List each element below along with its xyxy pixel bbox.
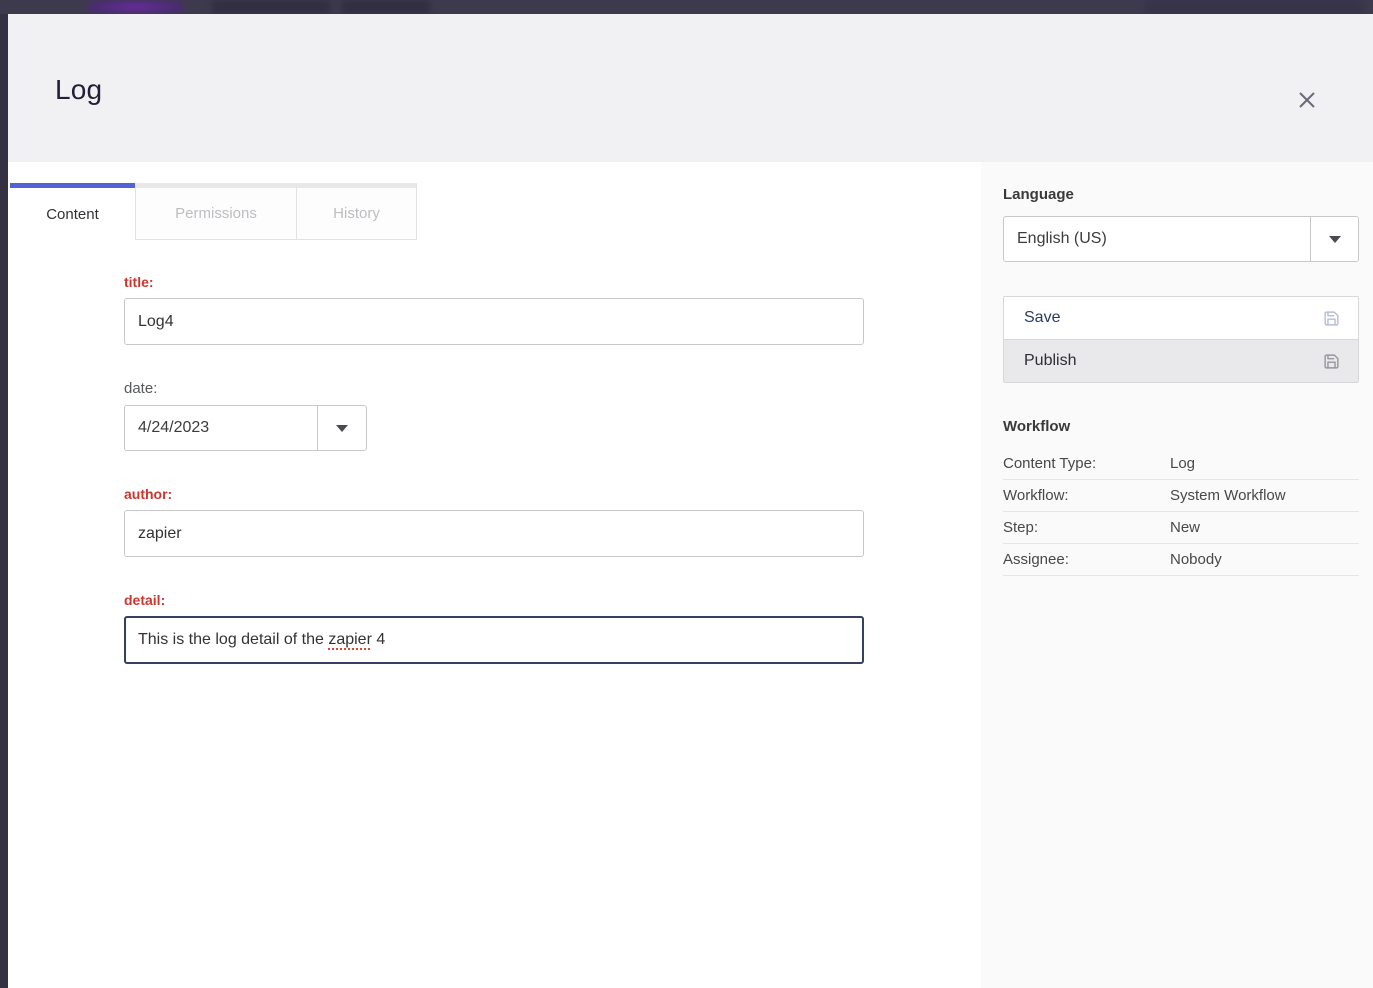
close-icon: [1295, 88, 1319, 112]
detail-input[interactable]: This is the log detail of the zapier 4: [124, 616, 864, 664]
detail-text: This is the log detail of the: [138, 631, 328, 649]
workflow-row-label: Content Type:: [1003, 455, 1170, 472]
workflow-row-value: Log: [1170, 455, 1359, 472]
save-label: Save: [1024, 309, 1060, 327]
workflow-row-label: Assignee:: [1003, 551, 1170, 568]
chevron-down-icon: [336, 425, 348, 432]
save-disk-icon: [1323, 310, 1340, 327]
title-label: title:: [124, 274, 864, 290]
workflow-heading: Workflow: [1003, 418, 1359, 435]
detail-field-group: detail: This is the log detail of the za…: [124, 592, 864, 664]
background-left-edge: [0, 14, 8, 988]
tab-content[interactable]: Content: [10, 183, 135, 240]
tab-permissions-label: Permissions: [175, 205, 257, 222]
background-app-topbar: [0, 0, 1373, 14]
background-menu-item: [342, 0, 430, 14]
title-field-group: title:: [124, 274, 864, 345]
date-picker[interactable]: 4/24/2023: [124, 405, 367, 451]
tab-permissions[interactable]: Permissions: [135, 183, 297, 240]
detail-misspelled-word: zapier: [328, 631, 372, 649]
workflow-row-value: New: [1170, 519, 1359, 536]
author-label: author:: [124, 486, 864, 502]
detail-text-suffix: 4: [372, 631, 385, 649]
language-select[interactable]: English (US): [1003, 216, 1359, 262]
dialog-title: Log: [55, 74, 102, 106]
date-value: 4/24/2023: [125, 406, 317, 450]
dialog-body: Content Permissions History title:: [8, 162, 1373, 988]
workflow-row-step: Step: New: [1003, 512, 1359, 544]
date-label: date:: [124, 380, 864, 397]
workflow-row-label: Workflow:: [1003, 487, 1170, 504]
save-actions: Save Publish: [1003, 296, 1359, 383]
title-input[interactable]: [124, 298, 864, 345]
date-dropdown-button[interactable]: [317, 406, 366, 450]
background-menu-item: [212, 0, 330, 14]
tab-content-label: Content: [46, 206, 99, 223]
detail-label: detail:: [124, 592, 864, 608]
dialog-header: Log: [8, 14, 1373, 162]
tab-history[interactable]: History: [297, 183, 417, 240]
author-field-group: author:: [124, 486, 864, 557]
workflow-row-content-type: Content Type: Log: [1003, 448, 1359, 480]
workflow-row-assignee: Assignee: Nobody: [1003, 544, 1359, 576]
workflow-row-workflow: Workflow: System Workflow: [1003, 480, 1359, 512]
workflow-row-value: System Workflow: [1170, 487, 1359, 504]
content-form: title: date: 4/24/2023 author:: [124, 274, 864, 664]
background-menu-right: [1145, 0, 1363, 14]
author-input[interactable]: [124, 510, 864, 557]
background-logo: [88, 0, 183, 14]
tab-history-label: History: [333, 205, 380, 222]
chevron-down-icon: [1329, 236, 1341, 243]
language-dropdown-button[interactable]: [1310, 217, 1358, 261]
save-button[interactable]: Save: [1004, 297, 1358, 340]
workflow-table: Content Type: Log Workflow: System Workf…: [1003, 448, 1359, 576]
workflow-row-value: Nobody: [1170, 551, 1359, 568]
page: Log Content Permissions History: [0, 0, 1373, 988]
publish-disk-icon: [1323, 353, 1340, 370]
publish-button[interactable]: Publish: [1004, 340, 1358, 382]
tab-bar: Content Permissions History: [10, 183, 981, 240]
language-heading: Language: [1003, 186, 1359, 203]
language-selected-value: English (US): [1004, 217, 1310, 261]
workflow-row-label: Step:: [1003, 519, 1170, 536]
date-field-group: date: 4/24/2023: [124, 380, 864, 451]
sidebar: Language English (US) Save Pu: [981, 162, 1373, 988]
close-button[interactable]: [1284, 77, 1330, 123]
publish-label: Publish: [1024, 352, 1076, 370]
content-pane: Content Permissions History title:: [8, 162, 981, 988]
edit-dialog: Log Content Permissions History: [8, 14, 1373, 988]
